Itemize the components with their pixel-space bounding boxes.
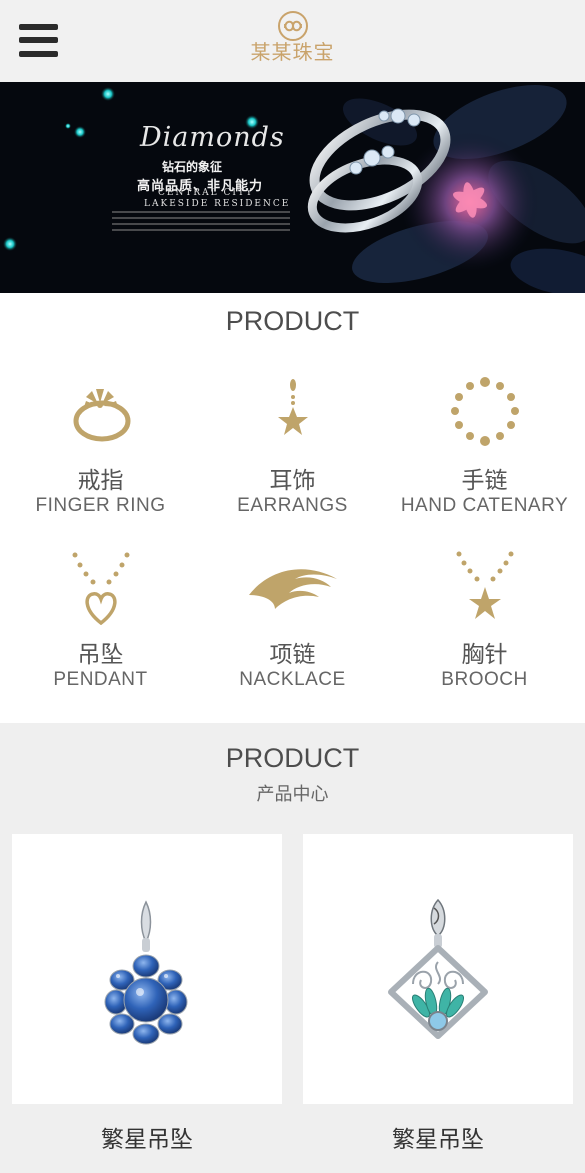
product-image-turquoise-pendant[interactable] bbox=[303, 834, 573, 1104]
ring-icon bbox=[3, 375, 198, 455]
pendant-icon bbox=[3, 549, 198, 629]
category-label-cn: 胸针 bbox=[461, 642, 508, 668]
category-label-cn: 项链 bbox=[269, 642, 316, 668]
category-necklace[interactable]: 项链 NACKLACE bbox=[195, 549, 390, 699]
category-section-title: PRODUCT bbox=[225, 306, 360, 336]
category-hand-catenary[interactable]: 手链 HAND CATENARY bbox=[387, 375, 582, 525]
logo-text: 某某珠宝 bbox=[250, 40, 335, 64]
necklace-icon bbox=[195, 549, 390, 629]
category-label-cn: 戒指 bbox=[77, 468, 124, 494]
header: 某某珠宝 bbox=[0, 0, 585, 82]
product-card[interactable]: 繁星吊坠 bbox=[303, 834, 573, 1169]
product-section-subtitle: 产品中心 bbox=[256, 784, 329, 805]
category-label-en: EARRANGS bbox=[237, 495, 348, 516]
brooch-icon bbox=[387, 549, 582, 629]
product-name[interactable]: 繁星吊坠 bbox=[12, 1120, 282, 1154]
hero-banner[interactable]: Diamonds 钻石的象征 高尚品质、非凡能力 CENTRAL CITY LA… bbox=[0, 82, 585, 293]
category-brooch[interactable]: 胸针 BROOCH bbox=[387, 549, 582, 699]
product-name[interactable]: 繁星吊坠 bbox=[303, 1120, 573, 1154]
menu-icon[interactable] bbox=[19, 24, 59, 58]
category-label-cn: 耳饰 bbox=[269, 468, 316, 494]
product-section-title: PRODUCT bbox=[225, 743, 360, 773]
category-label-en: BROOCH bbox=[441, 669, 528, 690]
category-label-en: HAND CATENARY bbox=[400, 495, 569, 516]
banner-slogan-1: 钻石的象征 bbox=[162, 160, 223, 174]
category-label-en: PENDANT bbox=[53, 669, 148, 690]
banner-script-title: Diamonds bbox=[140, 122, 285, 153]
category-label-cn: 吊坠 bbox=[77, 642, 124, 668]
product-image-blue-pendant[interactable] bbox=[12, 834, 282, 1104]
category-finger-ring[interactable]: 戒指 FINGER RING bbox=[3, 375, 198, 525]
category-label-en: FINGER RING bbox=[35, 495, 166, 516]
category-earrings[interactable]: 耳饰 EARRANGS bbox=[195, 375, 390, 525]
banner-slogan-4: LAKESIDE RESIDENCE bbox=[144, 199, 291, 209]
bracelet-icon bbox=[387, 375, 582, 455]
category-section: PRODUCT 戒指 FINGER RING 耳饰 EARRANGS 手链 HA… bbox=[0, 293, 585, 723]
category-label-en: NACKLACE bbox=[239, 669, 346, 690]
category-pendant[interactable]: 吊坠 PENDANT bbox=[3, 549, 198, 699]
earring-icon bbox=[195, 375, 390, 455]
banner-artwork bbox=[0, 82, 585, 293]
banner-slogan-3: CENTRAL CITY bbox=[158, 188, 254, 198]
logo[interactable]: 某某珠宝 bbox=[240, 10, 345, 72]
logo-emblem-icon bbox=[277, 11, 308, 41]
product-card[interactable]: 繁星吊坠 bbox=[12, 834, 282, 1169]
category-label-cn: 手链 bbox=[461, 468, 508, 494]
